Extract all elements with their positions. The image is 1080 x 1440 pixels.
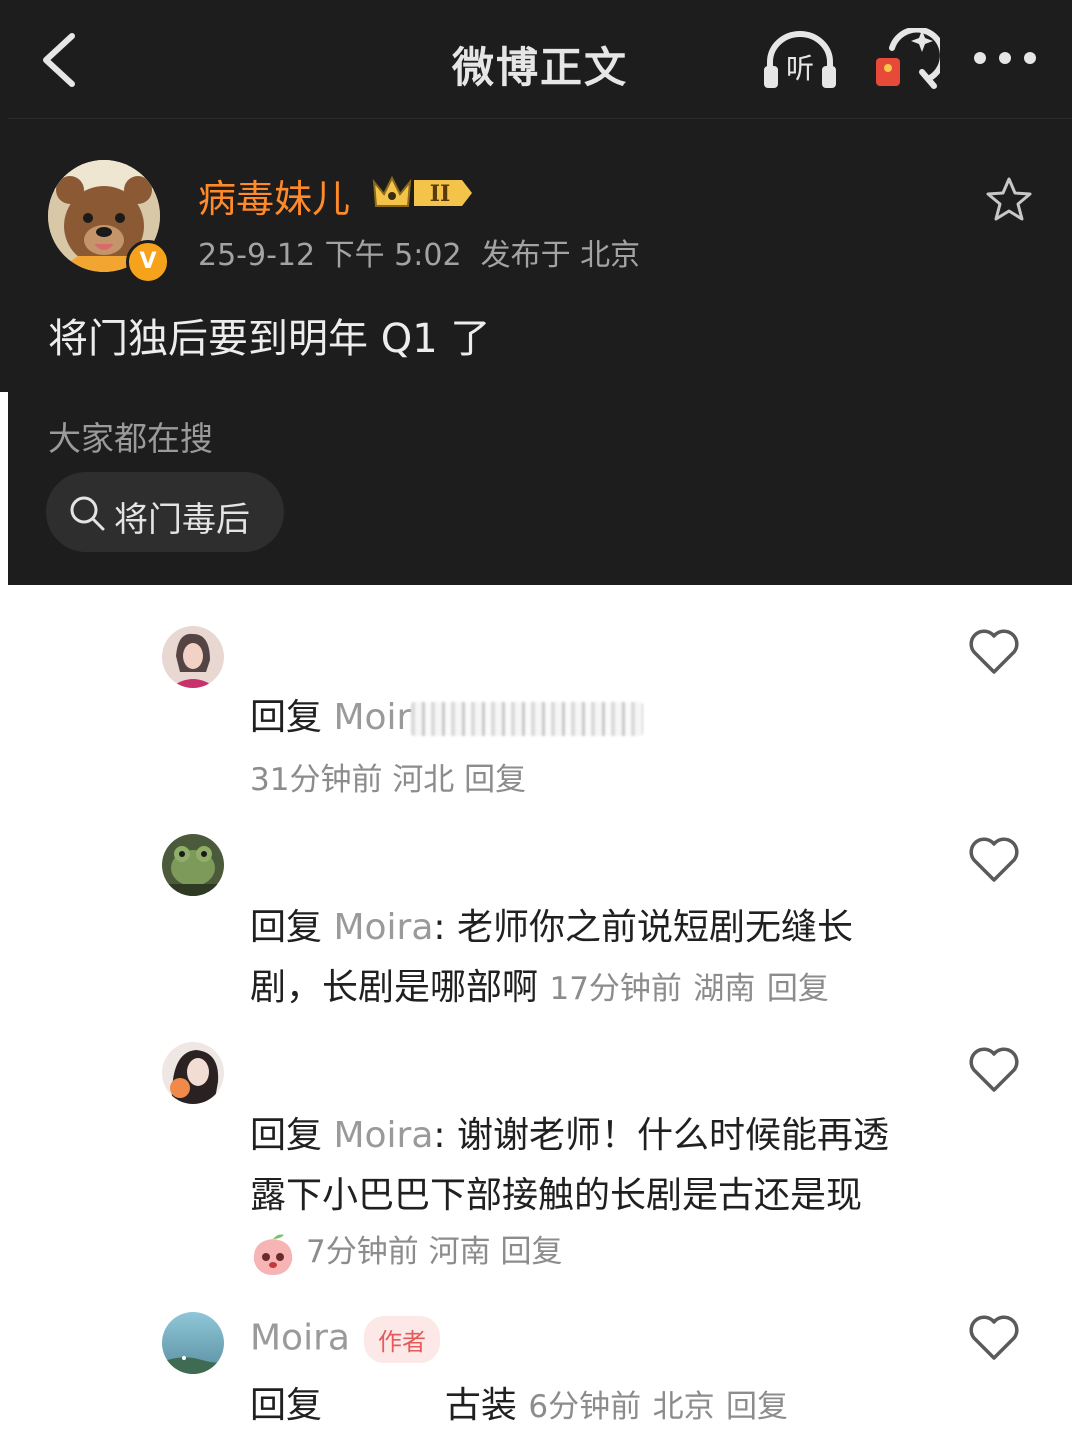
comment-meta: 31分钟前 河北 回复	[250, 754, 526, 799]
post-date: 25-9-12 下午 5:02	[198, 238, 462, 273]
peach-emoji-icon	[253, 1234, 293, 1275]
author-tag: 作者	[363, 1316, 440, 1363]
reply-to-user[interactable]: Moir	[333, 697, 411, 738]
comment-region: 北京	[652, 1389, 715, 1425]
avatar-photo-icon	[162, 1042, 224, 1104]
comment-time: 6分钟前	[528, 1389, 642, 1425]
commenter-avatar[interactable]	[162, 1312, 224, 1374]
comment-text-line-2: 露下小巴巴下部接触的长剧是古还是现	[250, 1166, 862, 1218]
comment-meta: 7分钟前 河南 回复	[250, 1226, 562, 1277]
comment-body-cont: 露下小巴巴下部接触的长剧是古还是现	[250, 1175, 863, 1216]
commenter-avatar[interactable]	[162, 1042, 224, 1104]
comment-body-cont: 剧，长剧是哪部啊	[250, 967, 539, 1008]
reply-prefix: 回复	[250, 1115, 323, 1156]
favorite-button[interactable]	[986, 176, 1032, 222]
search-chip-label: 将门毒后	[114, 500, 250, 540]
verified-badge: V	[126, 240, 170, 284]
comment-text: 回复 Moir	[250, 688, 644, 740]
reply-prefix: 回复	[250, 1385, 323, 1426]
listen-label: 听	[786, 52, 814, 85]
red-packet-button[interactable]	[870, 26, 946, 92]
comment-text-line-1: 回复 Moira: 谢谢老师！什么时候能再透	[250, 1106, 889, 1158]
heart-icon	[969, 1315, 1019, 1360]
commenter-avatar[interactable]	[162, 834, 224, 896]
reply-prefix: 回复	[250, 697, 323, 738]
author-name[interactable]: 病毒妹儿	[198, 168, 350, 223]
trending-search-label: 大家都在搜	[48, 419, 213, 458]
more-dots-icon	[974, 52, 1036, 64]
search-icon	[70, 496, 105, 531]
comment-body: : 谢谢老师！什么时候能再透	[433, 1115, 889, 1156]
post-screen: 微博正文 听 V 病毒妹儿 II 25-9-12 下午 5:02 发布于 北京 …	[8, 0, 1072, 585]
comment-text-line-2: 剧，长剧是哪部啊 17分钟前 湖南 回复	[250, 958, 829, 1010]
like-button[interactable]	[968, 1046, 1020, 1094]
reply-button[interactable]: 回复	[767, 971, 829, 1007]
reply-to-user[interactable]: Moira	[333, 1115, 433, 1156]
listen-button[interactable]: 听	[760, 30, 840, 90]
reply-button[interactable]: 回复	[500, 1234, 562, 1270]
headphones-icon: 听	[764, 31, 836, 88]
heart-icon	[969, 837, 1019, 882]
post-text: 将门独后要到明年 Q1 了	[48, 316, 491, 362]
reply-button[interactable]: 回复	[464, 762, 526, 798]
top-bar: 微博正文 听	[8, 0, 1072, 119]
comment-region: 湖南	[693, 971, 756, 1007]
heart-icon	[969, 1047, 1019, 1092]
commenter-avatar[interactable]	[162, 626, 224, 688]
red-packet-icon	[876, 26, 946, 89]
trending-search-chip[interactable]: 将门毒后	[46, 472, 284, 552]
post-meta: 25-9-12 下午 5:02 发布于 北京	[198, 230, 640, 274]
dark-edge	[0, 0, 8, 392]
avatar-photo-icon	[162, 626, 224, 688]
commenter-name[interactable]: Moira	[250, 1318, 350, 1359]
star-icon	[986, 177, 1032, 221]
blurred-text	[411, 702, 644, 736]
crown-icon: II	[372, 175, 472, 207]
comment-time: 7分钟前	[306, 1234, 419, 1270]
comment-region: 河北	[392, 762, 455, 798]
reply-button[interactable]: 回复	[726, 1389, 788, 1425]
level-text: II	[430, 181, 451, 207]
more-button[interactable]	[970, 36, 1040, 80]
commenter-header: Moira 作者	[250, 1316, 440, 1363]
member-level-badge[interactable]: II	[370, 172, 474, 214]
comment-text-line-1: 回复 Moira: 老师你之前说短剧无缝长	[250, 898, 853, 950]
comment-region: 河南	[428, 1234, 491, 1270]
reply-to-user[interactable]: Moira	[333, 907, 433, 948]
heart-icon	[969, 629, 1019, 674]
comment-body: : 老师你之前说短剧无缝长	[433, 907, 853, 948]
comment-time: 31分钟前	[250, 762, 383, 798]
comment-text: 回复 古装 6分钟前 北京 回复	[250, 1376, 788, 1428]
comment-time: 17分钟前	[549, 971, 682, 1007]
like-button[interactable]	[968, 628, 1020, 676]
sky-avatar-icon	[162, 1312, 224, 1374]
like-button[interactable]	[968, 1314, 1020, 1362]
reply-prefix: 回复	[250, 907, 323, 948]
frog-avatar-icon	[162, 834, 224, 896]
like-button[interactable]	[968, 836, 1020, 884]
post-location: 发布于 北京	[480, 238, 641, 273]
comment-body: 古装	[444, 1385, 517, 1426]
